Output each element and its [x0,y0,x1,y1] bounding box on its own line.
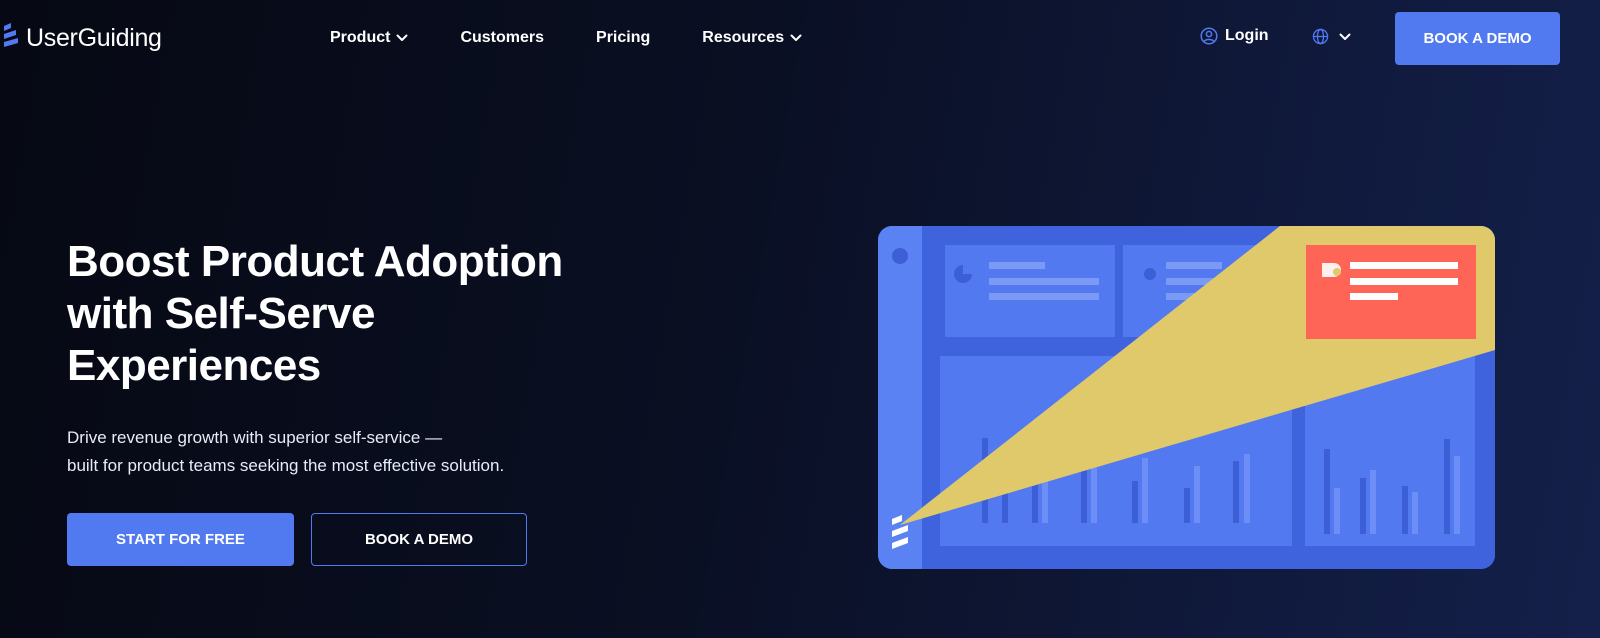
book-demo-hero-button[interactable]: BOOK A DEMO [311,513,527,566]
brand-logo[interactable]: UserGuiding [2,20,162,56]
nav-item-pricing[interactable]: Pricing [596,26,650,50]
nav-item-resources[interactable]: Resources [702,26,802,50]
nav-item-label: Customers [460,29,545,46]
chevron-down-icon [396,34,408,41]
globe-icon [1312,28,1329,45]
product-illustration [878,226,1495,569]
login-link[interactable]: Login [1200,27,1269,45]
book-demo-header-button[interactable]: BOOK A DEMO [1395,12,1560,65]
nav-item-label: Pricing [596,29,651,46]
language-selector[interactable] [1312,28,1351,45]
user-circle-icon [1200,27,1218,45]
hero-title: Boost Product Adoption with Self-Serve E… [67,237,563,390]
main-nav: Product Customers Pricing Resources [330,26,854,50]
brand-name: UserGuiding [26,23,162,52]
nav-item-customers[interactable]: Customers [460,26,544,50]
start-for-free-button[interactable]: START FOR FREE [67,513,294,566]
nav-item-product[interactable]: Product [330,26,408,50]
site-header: UserGuiding Product Customers Pricing Re… [0,0,1600,76]
nav-item-label: Resources [702,29,785,46]
stacked-bars-logo-icon [4,23,18,47]
nav-item-label: Product [330,29,391,46]
hero-subtitle-line: Drive revenue growth with superior self-… [67,428,443,447]
chevron-down-icon [1339,33,1351,40]
hero-subtitle-line: built for product teams seeking the most… [67,456,505,475]
chevron-down-icon [790,34,802,41]
hero-subtitle: Drive revenue growth with superior self-… [67,424,587,480]
login-label: Login [1225,27,1269,44]
